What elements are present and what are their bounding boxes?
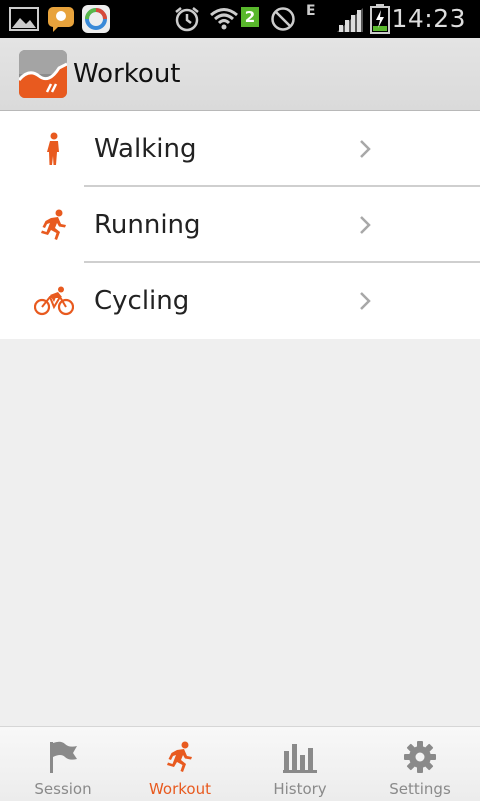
network-type-label: E — [306, 3, 316, 19]
list-item-running[interactable]: Running — [0, 187, 480, 263]
app-logo-icon[interactable] — [19, 50, 67, 98]
tab-label: Session — [34, 780, 92, 798]
gallery-notification-icon — [8, 0, 40, 38]
status-bar: 2 E 14:23 — [0, 0, 480, 38]
tab-label: Settings — [389, 780, 451, 798]
cycling-icon — [34, 281, 74, 321]
signal-icon — [334, 0, 366, 38]
bottom-nav: Session Workout History Settings — [0, 726, 480, 801]
workout-list: Walking Running Cycling — [0, 111, 480, 339]
list-item-walking[interactable]: Walking — [0, 111, 480, 187]
running-icon — [34, 205, 74, 245]
walking-icon — [34, 129, 74, 169]
battery-charging-icon — [368, 0, 392, 38]
tab-session[interactable]: Session — [3, 727, 123, 801]
sim-badge: 2 — [241, 7, 259, 27]
tab-workout[interactable]: Workout — [120, 727, 240, 801]
tab-history[interactable]: History — [240, 727, 360, 801]
tab-label: Workout — [148, 780, 211, 798]
tab-settings[interactable]: Settings — [360, 727, 480, 801]
action-bar: Workout — [0, 38, 480, 111]
chat-notification-icon — [46, 0, 76, 38]
app-notification-icon — [81, 0, 111, 38]
wifi-icon — [208, 0, 240, 38]
tab-label: History — [273, 780, 327, 798]
clock-time: 14:23 — [391, 4, 466, 33]
list-item-label: Running — [94, 210, 201, 240]
list-item-label: Cycling — [94, 286, 190, 316]
chevron-right-icon — [358, 138, 372, 160]
page-title: Workout — [73, 59, 181, 89]
list-item-cycling[interactable]: Cycling — [0, 263, 480, 339]
flag-icon — [43, 737, 83, 777]
list-item-label: Walking — [94, 134, 197, 164]
running-icon — [160, 737, 200, 777]
chevron-right-icon — [358, 290, 372, 312]
bar-chart-icon — [280, 737, 320, 777]
gear-icon — [400, 737, 440, 777]
blocked-icon — [268, 0, 298, 38]
chevron-right-icon — [358, 214, 372, 236]
alarm-icon — [172, 0, 202, 38]
